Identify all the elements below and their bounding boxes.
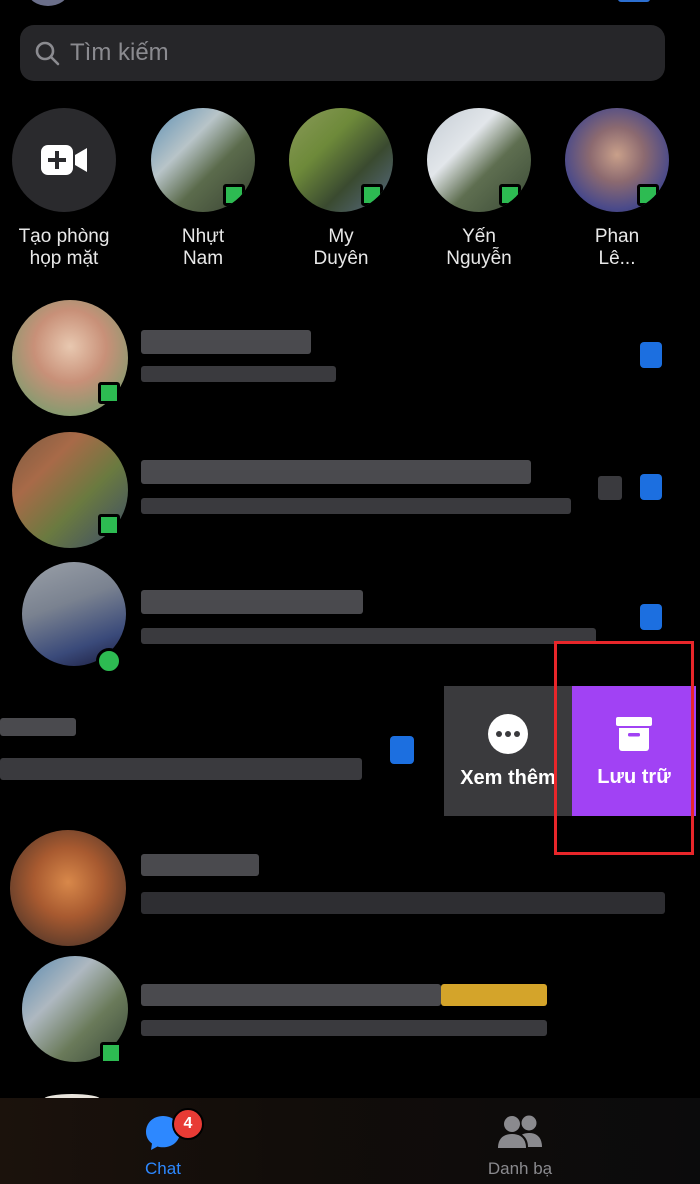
- avatar[interactable]: [427, 108, 531, 212]
- ellipsis-circle-icon: [488, 713, 528, 754]
- highlight-annotation: [554, 641, 694, 855]
- story-item[interactable]: My Duyên: [286, 108, 396, 270]
- unread-count-badge: 4: [172, 1108, 204, 1140]
- message-preview: [141, 892, 665, 914]
- online-indicator: [98, 382, 120, 404]
- tab-contacts-label: Danh bạ: [487, 1159, 553, 1178]
- story-name-line1: Tạo phòng: [18, 226, 110, 247]
- contact-name: [141, 984, 441, 1006]
- search-input[interactable]: [68, 38, 632, 68]
- online-indicator: [98, 514, 120, 536]
- message-preview: [0, 758, 362, 780]
- bottom-tab-bar: Chat 4 Danh bạ: [0, 1098, 700, 1184]
- chat-row[interactable]: [0, 432, 700, 548]
- contact-name: [141, 460, 531, 484]
- story-name-line2: họp mặt: [29, 248, 99, 269]
- contact-name: [0, 718, 76, 736]
- timestamp: [598, 476, 622, 500]
- online-indicator: [637, 184, 659, 206]
- story-name-line2: Nam: [182, 248, 224, 269]
- story-item[interactable]: Phan Lê...: [562, 108, 672, 270]
- people-icon: [498, 1115, 542, 1148]
- avatar[interactable]: [565, 108, 669, 212]
- avatar[interactable]: [289, 108, 393, 212]
- avatar: [10, 830, 126, 946]
- online-indicator: [361, 184, 383, 206]
- avatar[interactable]: [151, 108, 255, 212]
- chat-row[interactable]: [0, 830, 700, 946]
- more-options-button[interactable]: Xem thêm: [444, 686, 572, 816]
- story-name-line2: Duyên: [313, 248, 369, 269]
- unread-indicator: [640, 342, 662, 368]
- contact-name: [141, 590, 363, 614]
- story-item[interactable]: Yến Nguyễn: [424, 108, 534, 270]
- message-preview: [141, 628, 596, 644]
- profile-avatar[interactable]: [28, 0, 68, 6]
- story-item[interactable]: Nhựt Nam: [148, 108, 258, 270]
- unread-indicator: [390, 736, 414, 764]
- story-name-line2: Lê...: [598, 248, 636, 269]
- story-name-line2: Nguyễn: [446, 248, 512, 269]
- more-options-label: Xem thêm: [460, 766, 556, 789]
- search-icon: [35, 41, 60, 66]
- chat-row[interactable]: [0, 300, 700, 416]
- message-preview: [141, 366, 336, 382]
- online-indicator: [96, 648, 122, 674]
- unread-indicator: [640, 604, 662, 630]
- emoji-sequence: [441, 984, 547, 1006]
- story-name-line1: Yến: [462, 226, 496, 247]
- contact-name: [141, 854, 259, 876]
- video-plus-icon: [41, 145, 87, 175]
- tab-chat[interactable]: Chat 4: [128, 1106, 204, 1179]
- search-bar[interactable]: [20, 25, 665, 81]
- message-preview: [141, 498, 571, 514]
- online-indicator: [100, 1042, 122, 1064]
- tab-chat-label: Chat: [145, 1159, 181, 1178]
- create-room-circle[interactable]: [12, 108, 116, 212]
- create-room-button[interactable]: Tạo phòng họp mặt: [9, 108, 119, 270]
- edit-icon[interactable]: [618, 0, 650, 2]
- message-preview: [141, 1020, 547, 1036]
- online-indicator: [499, 184, 521, 206]
- tab-contacts[interactable]: Danh bạ: [470, 1106, 570, 1179]
- online-indicator: [223, 184, 245, 206]
- chat-row-swiped[interactable]: [0, 686, 444, 816]
- story-name-line1: Nhựt: [181, 226, 225, 247]
- story-name-line1: Phan: [594, 226, 640, 247]
- chat-row[interactable]: [0, 956, 700, 1072]
- unread-indicator: [640, 474, 662, 500]
- contact-name: [141, 330, 311, 354]
- story-name-line1: My: [328, 226, 354, 247]
